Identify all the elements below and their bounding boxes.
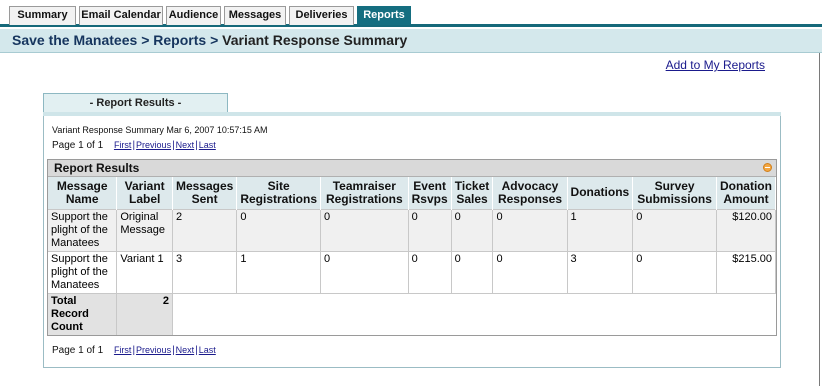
cell-donations: 3 [567, 250, 634, 293]
column-header: Site Registrations [236, 177, 322, 209]
report-results-title: Report Results [54, 161, 140, 175]
total-row-filler [172, 292, 776, 335]
cell-variant-label: Original Message [116, 208, 173, 251]
column-header: Advocacy Responses [492, 177, 568, 209]
cell-donation-amount: $215.00 [716, 250, 777, 293]
add-to-my-reports-link[interactable]: Add to My Reports [666, 58, 765, 72]
cell-survey-submissions: 0 [632, 250, 717, 293]
table-row: Support the plight of the Manatees Variant… [48, 250, 777, 293]
pager-previous-link[interactable]: Previous [136, 140, 171, 150]
pager-separator: | [172, 345, 175, 356]
cell-advocacy-responses: 0 [492, 250, 568, 293]
pager-separator: | [195, 140, 198, 151]
breadcrumb-current: Variant Response Summary [222, 32, 408, 48]
breadcrumb-separator: > [210, 32, 219, 48]
table-header-row: Message Name Variant Label Messages Sent Si… [48, 177, 777, 209]
pager-last-link[interactable]: Last [199, 140, 216, 150]
pager-previous-link[interactable]: Previous [136, 345, 171, 355]
collapse-icon[interactable] [763, 163, 772, 172]
breadcrumb-link-campaign[interactable]: Save the Manatees [12, 32, 137, 48]
cell-message-name: Support the plight of the Manatees [48, 250, 118, 293]
column-header: Message Name [48, 177, 118, 209]
pager-first-link[interactable]: First [114, 345, 132, 355]
pager-separator: | [195, 345, 198, 356]
cell-survey-submissions: 0 [632, 208, 717, 251]
pager-top: Page 1 of 1 First|Previous|Next|Last [52, 140, 216, 151]
cell-messages-sent: 3 [172, 250, 238, 293]
pager-next-link[interactable]: Next [176, 345, 195, 355]
cell-advocacy-responses: 0 [492, 208, 568, 251]
cell-event-rsvps: 0 [408, 250, 452, 293]
tab-reports[interactable]: Reports [357, 6, 411, 25]
pager-next-link[interactable]: Next [176, 140, 195, 150]
column-header: Survey Submissions [632, 177, 717, 209]
report-results-section-tab[interactable]: - Report Results - [43, 93, 228, 113]
tab-deliveries[interactable]: Deliveries [289, 6, 354, 25]
tab-email-calendar[interactable]: Email Calendar [79, 6, 163, 25]
total-record-count-value: 2 [116, 292, 173, 335]
cell-event-rsvps: 0 [408, 208, 452, 251]
top-tab-bar: Summary Email Calendar Audience Messages… [0, 0, 822, 27]
tab-audience[interactable]: Audience [166, 6, 221, 25]
cell-ticket-sales: 0 [451, 208, 494, 251]
column-header: Event Rsvps [408, 177, 452, 209]
total-row: Total Record Count 2 [48, 292, 776, 335]
column-header: Messages Sent [172, 177, 238, 209]
column-header: Variant Label [116, 177, 173, 209]
cell-site-registrations: 1 [236, 250, 322, 293]
page-indicator: Page 1 of 1 [52, 140, 104, 151]
breadcrumb-separator: > [141, 32, 150, 48]
cell-messages-sent: 2 [172, 208, 238, 251]
report-results-header: Report Results [48, 160, 776, 177]
total-record-count-label: Total Record Count [48, 292, 118, 335]
cell-message-name: Support the plight of the Manatees [48, 208, 118, 251]
cell-ticket-sales: 0 [451, 250, 494, 293]
table-row: Support the plight of the Manatees Origina… [48, 208, 777, 251]
pager-separator: | [132, 345, 136, 356]
report-meta: Variant Response Summary Mar 6, 2007 10:… [52, 125, 268, 135]
pager-bottom: Page 1 of 1 First|Previous|Next|Last [52, 345, 216, 356]
cell-teamraiser-registrations: 0 [320, 250, 409, 293]
tab-summary[interactable]: Summary [9, 6, 76, 25]
column-header: Ticket Sales [451, 177, 494, 209]
breadcrumb-link-reports[interactable]: Reports [153, 32, 206, 48]
column-header: Donation Amount [716, 177, 777, 209]
cell-variant-label: Variant 1 [116, 250, 173, 293]
report-results-table: Message Name Variant Label Messages Sent Si… [48, 177, 777, 335]
breadcrumb: Save the Manatees > Reports > Variant Re… [0, 29, 822, 53]
pager-first-link[interactable]: First [114, 140, 132, 150]
report-results-box: Report Results Message Name Variant Label … [47, 159, 777, 336]
pager-separator: | [132, 140, 136, 151]
tab-messages[interactable]: Messages [224, 6, 286, 25]
column-header: Teamraiser Registrations [320, 177, 409, 209]
cell-teamraiser-registrations: 0 [320, 208, 409, 251]
column-header: Donations [567, 177, 634, 209]
cell-site-registrations: 0 [236, 208, 322, 251]
page-indicator: Page 1 of 1 [52, 345, 104, 356]
pager-separator: | [172, 140, 175, 151]
cell-donation-amount: $120.00 [716, 208, 777, 251]
section-divider [43, 112, 781, 116]
cell-donations: 1 [567, 208, 634, 251]
pager-last-link[interactable]: Last [199, 345, 216, 355]
